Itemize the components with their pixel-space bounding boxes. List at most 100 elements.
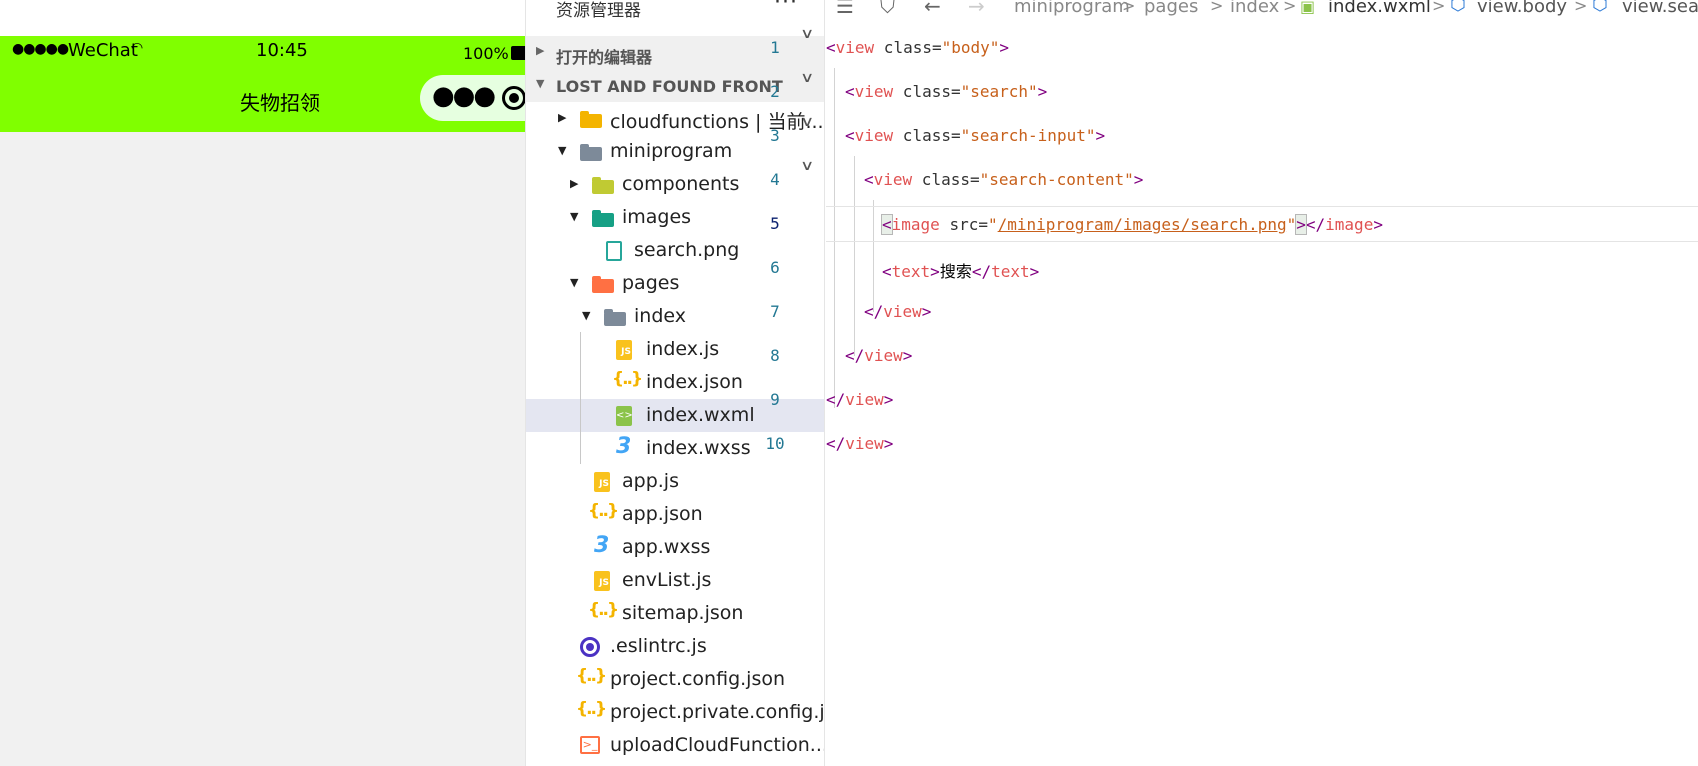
breadcrumb-item[interactable]: view.sear — [1622, 0, 1698, 17]
tree-item-upload-cloud-function[interactable]: >_ uploadCloudFunction.... — [526, 729, 824, 762]
attr-name: class= — [874, 38, 942, 57]
tag-bracket: > — [1095, 126, 1106, 145]
tag-bracket: </ — [1305, 215, 1326, 234]
line-number: 10 — [765, 434, 785, 453]
tree-item-label: index.wxml — [646, 404, 755, 426]
tree-item-project-config[interactable]: {..} project.config.json — [526, 663, 824, 696]
tree-item-app-js[interactable]: JS app.js — [526, 465, 824, 498]
close-target-icon[interactable] — [502, 86, 525, 110]
tag-name: view — [854, 126, 894, 145]
attr-link[interactable]: /miniprogram/images/search.png — [998, 215, 1287, 234]
tree-item-label: .eslintrc.js — [610, 635, 707, 657]
code-line-1[interactable]: <view class="body"> — [826, 30, 1698, 66]
attr-value: "search" — [960, 82, 1038, 101]
battery-percent: 100% — [463, 44, 509, 63]
fold-chevron-icon[interactable]: ∨ — [800, 26, 814, 42]
tag-name: view — [864, 346, 903, 365]
tag-name: image — [1325, 215, 1374, 234]
json-file-icon: {..} — [612, 369, 643, 389]
attr-value: "search-input" — [960, 126, 1096, 145]
tree-item-envlist-js[interactable]: JS envList.js — [526, 564, 824, 597]
attr-name: class= — [893, 82, 961, 101]
forward-arrow-icon[interactable]: → — [968, 0, 985, 18]
json-file-icon: {..} — [588, 501, 619, 521]
menu-capsule[interactable]: ●●● — [420, 75, 525, 121]
element-cube-icon: ⬡ — [1450, 0, 1466, 15]
tag-bracket: > — [902, 346, 913, 365]
tree-item-label: app.json — [622, 503, 703, 525]
json-file-icon: {..} — [588, 600, 619, 620]
code-line-4[interactable]: <view class="search-content"> — [826, 162, 1698, 198]
more-actions-icon[interactable]: ··· — [774, 0, 798, 15]
tag-name: view — [883, 302, 922, 321]
tree-item-label: project.config.json — [610, 668, 786, 690]
line-number: 9 — [770, 390, 780, 409]
tag-bracket: > — [883, 434, 894, 453]
carrier-label: WeChat — [68, 40, 138, 61]
tag-bracket: </ — [971, 262, 992, 281]
breadcrumb-item[interactable]: view.body — [1477, 0, 1567, 17]
tag-bracket: > — [999, 38, 1010, 57]
tag-bracket: > — [883, 390, 894, 409]
chevron-down-icon: ▼ — [582, 309, 591, 322]
tag-bracket: > — [1133, 170, 1144, 189]
code-line-6[interactable]: <text>搜索</text> — [826, 250, 1698, 286]
line-number: 4 — [770, 170, 780, 189]
tag-bracket: > — [1373, 215, 1383, 234]
tag-bracket: </ — [864, 302, 884, 321]
tree-item-eslintrc[interactable]: .eslintrc.js — [526, 630, 824, 663]
tag-bracket: < — [881, 214, 893, 235]
chevron-right-icon: ▶ — [558, 111, 567, 124]
js-file-icon: JS — [594, 571, 610, 591]
fold-chevron-icon[interactable]: ∨ — [800, 114, 814, 130]
fold-chevron-icon[interactable]: ∨ — [800, 158, 814, 174]
tree-item-label: images — [622, 206, 692, 228]
code-line-9[interactable]: </view> — [826, 382, 1698, 418]
folder-cloud-icon — [580, 109, 602, 129]
fold-chevron-icon[interactable]: ∨ — [800, 70, 814, 86]
line-number: 6 — [770, 258, 780, 277]
json-file-icon: {..} — [576, 666, 607, 686]
chevron-down-icon: ▼ — [570, 210, 579, 223]
chevron-right-icon: ▶ — [570, 177, 579, 190]
code-line-2[interactable]: <view class="search"> — [826, 74, 1698, 110]
code-line-7[interactable]: </view> — [826, 294, 1698, 330]
breadcrumb-item[interactable]: pages — [1144, 0, 1198, 17]
breadcrumb: ☰ ⛉ ← → miniprogram > pages > index > ▣ … — [826, 0, 1698, 20]
line-number: 5 — [770, 214, 780, 233]
code-line-3[interactable]: <view class="search-input"> — [826, 118, 1698, 154]
code-line-10[interactable]: </view> — [826, 426, 1698, 462]
battery-icon — [511, 46, 525, 60]
folder-components-icon — [592, 175, 614, 195]
explorer-header: 资源管理器 ··· — [526, 0, 824, 21]
breadcrumb-item[interactable]: index — [1230, 0, 1279, 17]
folder-icon — [580, 142, 602, 162]
breadcrumb-item[interactable]: index.wxml — [1328, 0, 1431, 17]
tree-item-app-wxss[interactable]: 3 app.wxss — [526, 531, 824, 564]
status-time: 10:45 — [256, 40, 308, 61]
bookmark-icon[interactable]: ⛉ — [880, 0, 895, 18]
image-file-icon — [606, 241, 622, 261]
tree-item-sitemap-json[interactable]: {..} sitemap.json — [526, 597, 824, 630]
tag-bracket: > — [1295, 214, 1307, 235]
tag-bracket: < — [882, 262, 892, 281]
list-outline-icon[interactable]: ☰ — [836, 0, 854, 18]
code-line-8[interactable]: </view> — [826, 338, 1698, 374]
line-number: 3 — [770, 126, 780, 145]
js-file-icon: JS — [594, 472, 610, 492]
tree-item-label: app.wxss — [622, 536, 711, 558]
line-number: 1 — [770, 38, 780, 57]
tag-bracket: < — [826, 38, 836, 57]
code-editor: ☰ ⛉ ← → miniprogram > pages > index > ▣ … — [826, 0, 1698, 766]
tree-item-project-private-config[interactable]: {..} project.private.config.js... — [526, 696, 824, 729]
status-bar: ●●●●● WeChat ◠ 10:45 100% — [0, 36, 525, 66]
tree-item-app-json[interactable]: {..} app.json — [526, 498, 824, 531]
code-line-5[interactable]: <image src="/miniprogram/images/search.p… — [826, 206, 1698, 242]
element-cube-icon: ⬡ — [1592, 0, 1608, 15]
attr-quote: " — [1286, 215, 1297, 234]
more-dots-icon[interactable]: ●●● — [432, 81, 496, 111]
breadcrumb-item[interactable]: miniprogram — [1014, 0, 1130, 17]
back-arrow-icon[interactable]: ← — [924, 0, 941, 18]
tag-bracket: > — [921, 302, 932, 321]
tag-name: view — [835, 38, 875, 57]
